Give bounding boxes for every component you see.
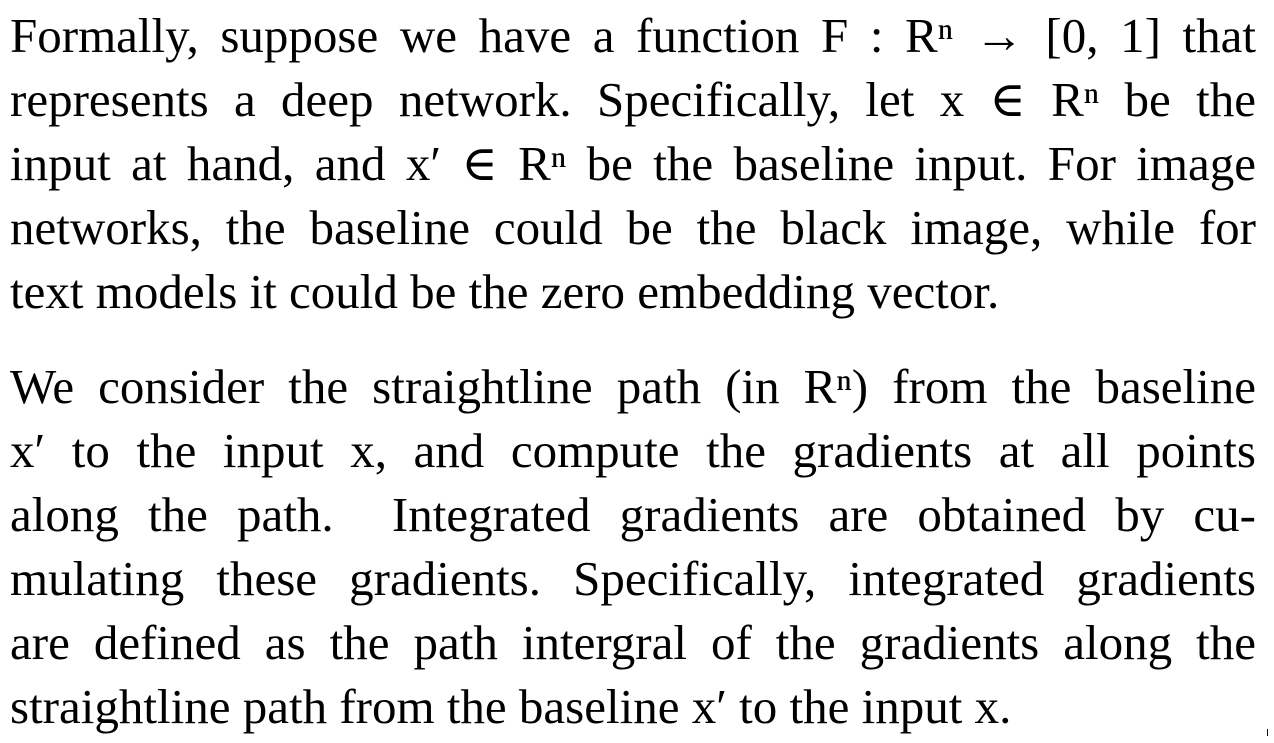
text-line: We consider the straightline path (in Rⁿ…: [10, 359, 1256, 414]
paragraph-2: We consider the straightline path (in Rⁿ…: [10, 351, 1256, 735]
text-line: mulating these gradients. Specifically, …: [10, 551, 1256, 606]
text-line: x′ to the input x, and compute the gradi…: [10, 423, 1256, 478]
text-cursor-icon: I: [1266, 728, 1269, 739]
text-line: Formally, suppose we have a function F :…: [10, 8, 1256, 63]
text-line: straightline path from the baseline x′ t…: [10, 679, 1012, 734]
text-line: input at hand, and x′ ∈ Rⁿ be the baseli…: [10, 136, 1256, 191]
paragraph-1: Formally, suppose we have a function F :…: [10, 0, 1256, 320]
text-line: are defined as the path intergral of the…: [10, 615, 1256, 670]
text-line: along the path. Integrated gradients are…: [10, 487, 1256, 542]
text-line: represents a deep network. Specifically,…: [10, 72, 1256, 127]
text-line: text models it could be the zero embeddi…: [10, 264, 1000, 319]
text-line: networks, the baseline could be the blac…: [10, 200, 1256, 255]
